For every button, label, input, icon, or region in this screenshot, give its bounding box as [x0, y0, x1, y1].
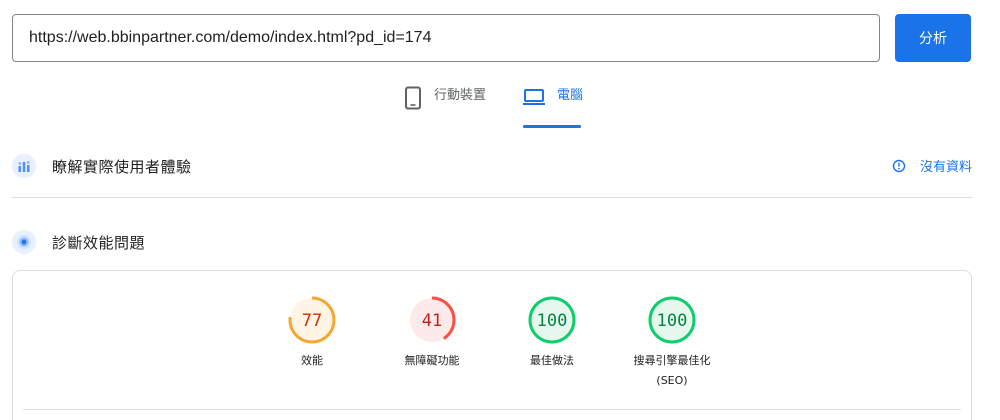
tab-desktop-label: 電腦 — [557, 88, 584, 103]
tab-mobile[interactable]: 行動裝置 — [404, 86, 486, 130]
laptop-icon — [523, 89, 545, 105]
score-value: 100 — [657, 311, 688, 331]
field-data-title: 瞭解實際使用者體驗 — [52, 157, 192, 176]
url-bar: 分析 — [12, 14, 972, 62]
smartphone-icon — [405, 86, 421, 110]
score-label: 效能 — [301, 354, 323, 367]
score-sublabel: (SEO) — [656, 374, 688, 387]
score-label: 搜尋引擎最佳化 — [633, 354, 711, 367]
no-data-link[interactable]: 沒有資料 — [892, 156, 972, 175]
score-ring: 100 — [528, 296, 576, 344]
gauge-accessibility[interactable]: 41 無障礙功能 — [382, 295, 482, 371]
tab-mobile-label: 行動裝置 — [434, 88, 487, 103]
diagnose-title: 診斷效能問題 — [52, 233, 146, 252]
section-divider — [12, 197, 972, 198]
tab-desktop[interactable]: 電腦 — [523, 86, 583, 130]
diagnose-section: 診斷效能問題 — [12, 228, 972, 256]
device-tabs: 行動裝置 電腦 — [0, 86, 1000, 130]
score-ring: 41 — [408, 296, 456, 344]
scores-card: 77 效能 41 無障礙功能 100 最佳做法 100 搜尋引擎最佳化 (SEO) — [12, 270, 972, 420]
card-divider — [23, 409, 961, 410]
url-input[interactable] — [12, 14, 880, 62]
score-ring: 100 — [648, 296, 696, 344]
gauge-performance[interactable]: 77 效能 — [262, 295, 362, 371]
field-data-section: 瞭解實際使用者體驗 沒有資料 — [12, 152, 972, 180]
score-value: 77 — [302, 311, 322, 331]
diagnose-icon — [12, 230, 36, 254]
gauge-seo[interactable]: 100 搜尋引擎最佳化 (SEO) — [622, 295, 722, 391]
score-label: 最佳做法 — [530, 354, 574, 367]
score-ring: 77 — [288, 296, 336, 344]
gauge-best-practices[interactable]: 100 最佳做法 — [502, 295, 602, 371]
score-value: 100 — [537, 311, 568, 331]
active-tab-indicator — [523, 125, 581, 128]
score-label: 無障礙功能 — [404, 354, 460, 367]
score-value: 41 — [422, 311, 442, 331]
no-data-text: 沒有資料 — [919, 160, 972, 175]
field-data-icon — [12, 154, 36, 178]
info-icon — [892, 159, 906, 172]
analyze-button[interactable]: 分析 — [895, 14, 971, 62]
